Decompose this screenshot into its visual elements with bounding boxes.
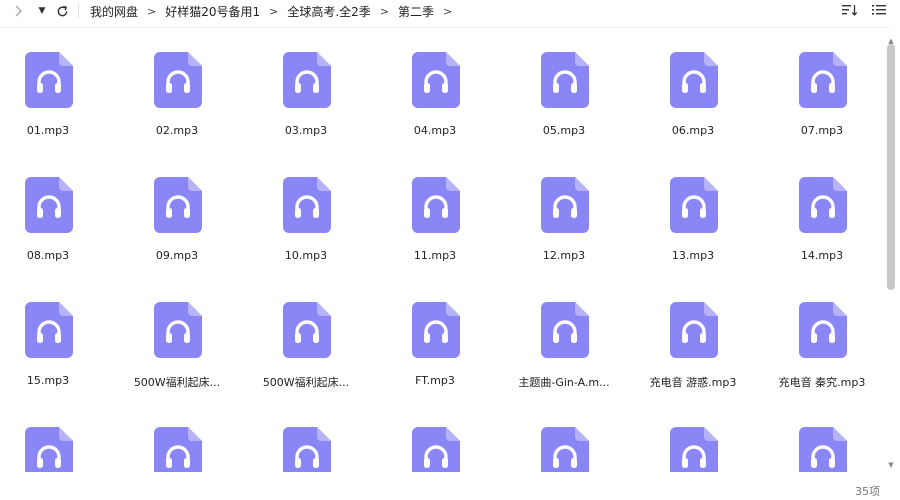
audio-file-icon	[799, 177, 847, 233]
file-item[interactable]: 04.mp3	[375, 28, 495, 138]
file-name: 13.mp3	[671, 249, 715, 262]
file-item[interactable]: 10.mp3	[246, 153, 366, 263]
file-name: 02.mp3	[155, 124, 199, 137]
file-item[interactable]: 主题曲-Gin-A.m...	[504, 278, 624, 389]
audio-file-icon	[283, 52, 331, 108]
audio-file-icon	[670, 427, 718, 472]
file-item[interactable]: 01.mp3	[0, 28, 108, 138]
breadcrumb: 我的网盘 > 好样猫20号备用1 > 全球高考.全2季 > 第二季 >	[87, 3, 458, 20]
file-item[interactable]	[0, 403, 108, 472]
file-item[interactable]: 06.mp3	[633, 28, 753, 138]
audio-file-icon	[25, 52, 73, 108]
file-item[interactable]: 充电音 秦究.mp3	[762, 278, 882, 389]
audio-file-icon	[283, 302, 331, 358]
item-count: 35项	[855, 485, 880, 498]
file-item[interactable]: 07.mp3	[762, 28, 882, 138]
audio-file-icon	[541, 302, 589, 358]
audio-file-icon	[25, 302, 73, 358]
file-item[interactable]: FT.mp3	[375, 278, 495, 388]
file-item[interactable]: 09.mp3	[117, 153, 237, 263]
audio-file-icon	[412, 302, 460, 358]
toolbar-divider	[78, 4, 79, 18]
audio-file-icon	[283, 177, 331, 233]
audio-file-icon	[799, 52, 847, 108]
file-name: 08.mp3	[26, 249, 70, 262]
file-item[interactable]: 15.mp3	[0, 278, 108, 388]
audio-file-icon	[25, 177, 73, 233]
audio-file-icon	[799, 427, 847, 472]
breadcrumb-separator: >	[443, 4, 453, 18]
file-item[interactable]	[117, 403, 237, 472]
file-name: 充电音 秦究.mp3	[778, 376, 866, 389]
file-item[interactable]: 11.mp3	[375, 153, 495, 263]
file-item[interactable]	[762, 403, 882, 472]
file-item[interactable]: 08.mp3	[0, 153, 108, 263]
audio-file-icon	[154, 427, 202, 472]
audio-file-icon	[154, 177, 202, 233]
audio-file-icon	[541, 52, 589, 108]
breadcrumb-separator: >	[379, 4, 390, 18]
file-name: 14.mp3	[800, 249, 844, 262]
file-item[interactable]: 500W福利起床...	[246, 278, 366, 389]
scrollbar-thumb[interactable]	[887, 44, 895, 290]
file-item[interactable]	[633, 403, 753, 472]
audio-file-icon	[412, 177, 460, 233]
audio-file-icon	[541, 177, 589, 233]
file-item[interactable]	[246, 403, 366, 472]
file-item[interactable]: 02.mp3	[117, 28, 237, 138]
audio-file-icon	[25, 427, 73, 472]
file-name: 06.mp3	[671, 124, 715, 137]
history-dropdown-icon[interactable]: ▼	[32, 1, 52, 21]
breadcrumb-item[interactable]: 第二季	[395, 3, 437, 20]
file-item[interactable]: 14.mp3	[762, 153, 882, 263]
file-name: 500W福利起床...	[133, 376, 221, 389]
file-name: 15.mp3	[26, 374, 70, 387]
breadcrumb-item[interactable]: 全球高考.全2季	[284, 3, 373, 20]
breadcrumb-separator: >	[269, 4, 279, 18]
audio-file-icon	[670, 302, 718, 358]
file-name: 05.mp3	[542, 124, 586, 137]
audio-file-icon	[154, 302, 202, 358]
file-name: 04.mp3	[413, 124, 457, 137]
audio-file-icon	[670, 177, 718, 233]
refresh-icon[interactable]	[52, 1, 72, 21]
file-name: 07.mp3	[800, 124, 844, 137]
file-name: 01.mp3	[26, 124, 70, 137]
file-item[interactable]	[375, 403, 495, 472]
audio-file-icon	[670, 52, 718, 108]
audio-file-icon	[799, 302, 847, 358]
list-view-icon[interactable]	[872, 3, 886, 17]
scroll-down-icon[interactable]: ▼	[887, 462, 895, 469]
audio-file-icon	[154, 52, 202, 108]
file-item[interactable]: 充电音 游惑.mp3	[633, 278, 753, 389]
file-item[interactable]: 13.mp3	[633, 153, 753, 263]
file-grid: 01.mp3 02.mp3 03.mp3 04.mp3 05.mp3 06.mp3 07.m…	[0, 28, 885, 472]
audio-file-icon	[412, 52, 460, 108]
breadcrumb-item[interactable]: 我的网盘	[87, 3, 141, 20]
toolbar: ▼ 我的网盘 > 好样猫20号备用1 > 全球高考.全2季 > 第二季 >	[0, 0, 900, 22]
file-name: FT.mp3	[415, 374, 455, 387]
file-name: 10.mp3	[284, 249, 328, 262]
file-item[interactable]: 500W福利起床...	[117, 278, 237, 389]
file-item[interactable]: 03.mp3	[246, 28, 366, 138]
file-name: 主题曲-Gin-A.m...	[518, 376, 610, 389]
audio-file-icon	[412, 427, 460, 472]
sort-icon[interactable]	[842, 3, 858, 17]
file-name: 03.mp3	[284, 124, 328, 137]
audio-file-icon	[283, 427, 331, 472]
file-item[interactable]	[504, 403, 624, 472]
file-name: 500W福利起床...	[262, 376, 350, 389]
file-name: 充电音 游惑.mp3	[649, 376, 737, 389]
file-item[interactable]: 12.mp3	[504, 153, 624, 263]
file-name: 11.mp3	[413, 249, 457, 262]
vertical-scrollbar[interactable]: ▲ ▼	[886, 38, 896, 470]
breadcrumb-separator: >	[147, 4, 157, 18]
breadcrumb-item[interactable]: 好样猫20号备用1	[162, 3, 263, 20]
file-name: 12.mp3	[542, 249, 586, 262]
file-name: 09.mp3	[155, 249, 199, 262]
audio-file-icon	[541, 427, 589, 472]
forward-icon[interactable]	[8, 1, 28, 21]
file-item[interactable]: 05.mp3	[504, 28, 624, 138]
